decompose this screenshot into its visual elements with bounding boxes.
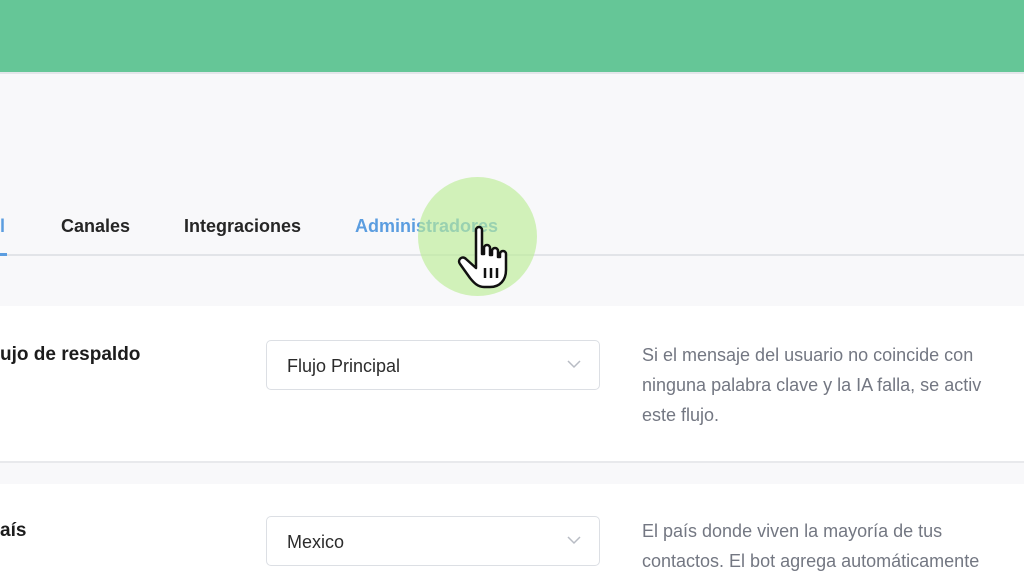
- tab-integraciones-label: Integraciones: [184, 216, 302, 236]
- country-section: aís Mexico El país donde viven la mayorí…: [0, 484, 1024, 580]
- tab-integraciones[interactable]: Integraciones: [184, 216, 301, 237]
- fallback-flow-select-value: Flujo Principal: [287, 356, 401, 376]
- fallback-flow-description-line: ninguna palabra clave y la IA falla, se …: [642, 375, 982, 395]
- tab-canales[interactable]: Canales: [61, 216, 130, 237]
- tab-active-underline: [0, 253, 7, 256]
- country-description-line: contactos. El bot agrega automáticamente: [642, 551, 980, 571]
- tab-administradores-label: Administradores: [355, 216, 499, 236]
- fallback-flow-select[interactable]: Flujo Principal: [266, 340, 600, 390]
- country-select[interactable]: Mexico: [266, 516, 600, 566]
- country-description-line: El país donde viven la mayoría de tus: [642, 521, 943, 541]
- tab-general-label: l: [0, 216, 6, 236]
- settings-tabs: l Canales Integraciones Administradores: [0, 200, 1024, 256]
- country-select-value: Mexico: [287, 532, 345, 552]
- chevron-down-icon: [567, 536, 581, 545]
- tab-canales-label: Canales: [61, 216, 131, 236]
- fallback-flow-label: ujo de respaldo: [0, 344, 141, 365]
- fallback-flow-description-line: Si el mensaje del usuario no coincide co…: [642, 345, 974, 365]
- country-description: El país donde viven la mayoría de tus co…: [642, 516, 1024, 576]
- top-header-bar: [0, 0, 1024, 74]
- tab-general[interactable]: l: [0, 216, 5, 237]
- fallback-flow-description-line: este flujo.: [642, 405, 720, 425]
- tab-administradores[interactable]: Administradores: [355, 216, 498, 237]
- chevron-down-icon: [567, 360, 581, 369]
- fallback-flow-description: Si el mensaje del usuario no coincide co…: [642, 340, 1024, 430]
- fallback-flow-section: ujo de respaldo Flujo Principal Si el me…: [0, 306, 1024, 463]
- country-label: aís: [0, 520, 27, 541]
